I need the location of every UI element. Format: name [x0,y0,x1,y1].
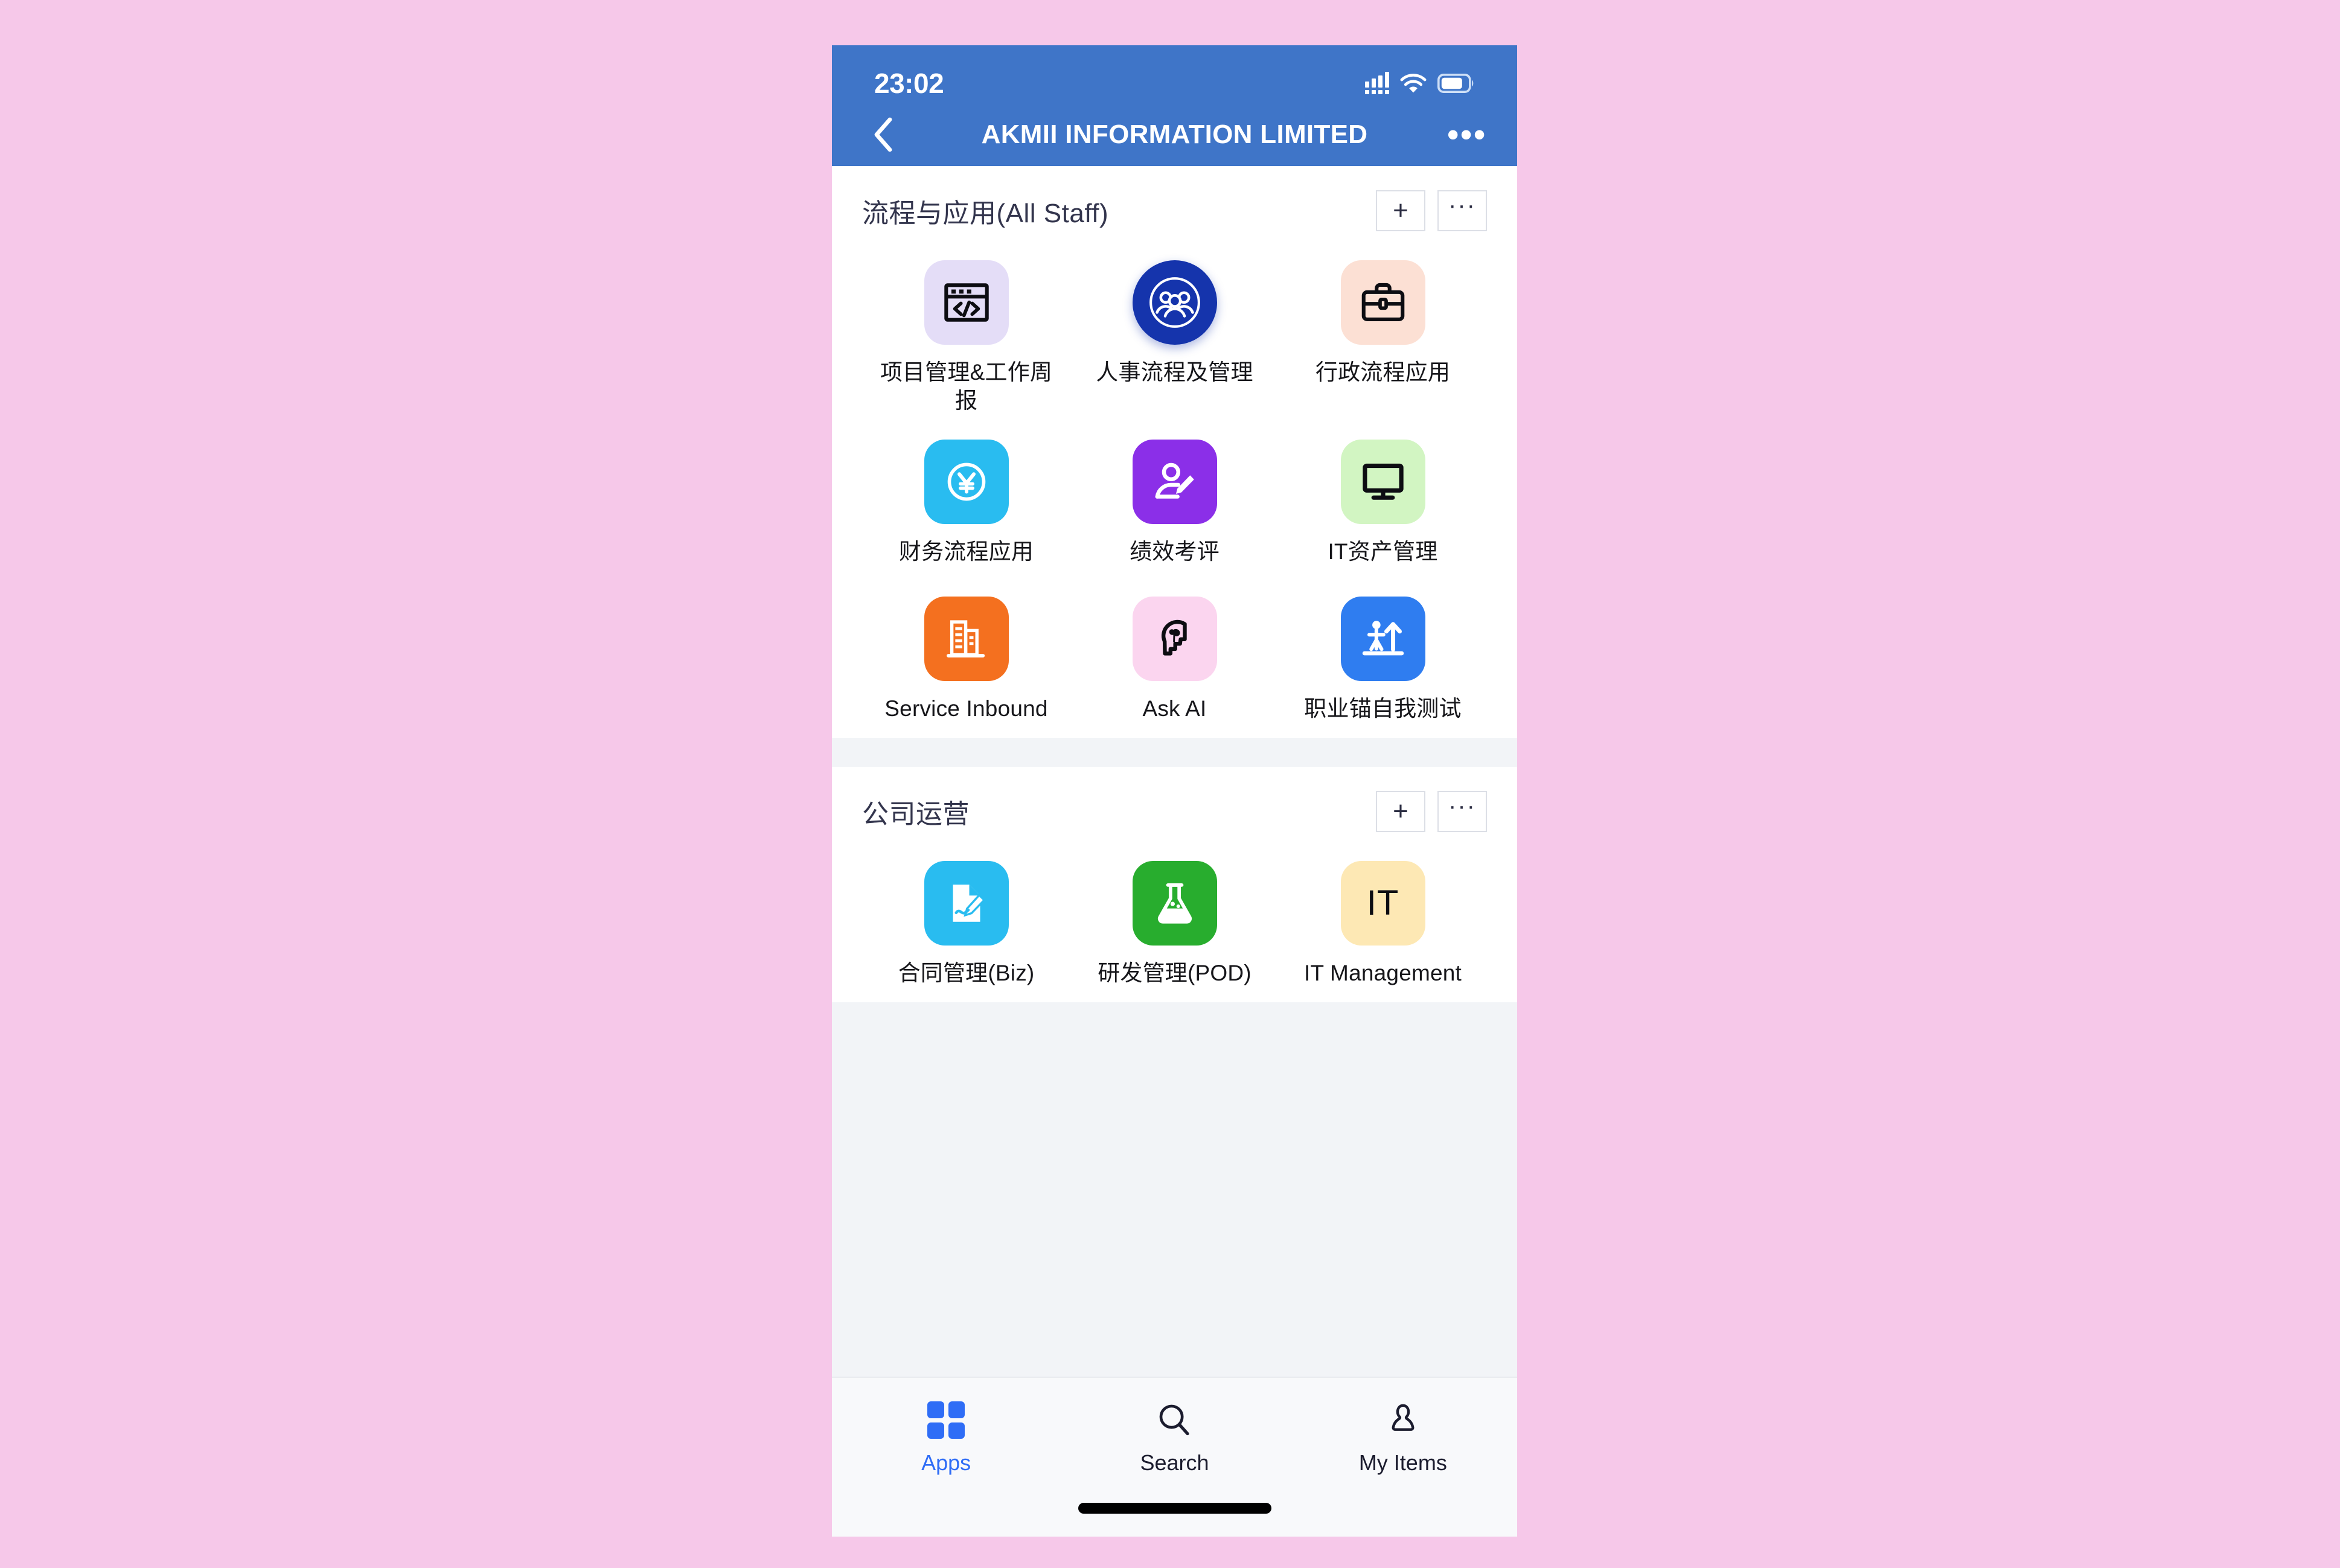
tab-search[interactable]: Search [1060,1398,1288,1476]
monitor-icon [1340,439,1425,524]
cellular-signal-icon [1365,72,1389,94]
brain-head-icon [1132,596,1217,681]
app-label: 职业锚自我测试 [1304,696,1462,721]
tab-apps[interactable]: Apps [832,1398,1060,1476]
people-group-icon [1132,260,1217,345]
add-app-button[interactable]: + [1376,190,1425,231]
app-label: 行政流程应用 [1315,360,1451,385]
app-tile[interactable]: IT资产管理 [1279,424,1487,581]
search-icon [1154,1398,1194,1442]
section-header: 流程与应用(All Staff) + ··· [862,166,1487,245]
section-header: 公司运营 + ··· [862,767,1487,845]
battery-icon [1437,73,1474,93]
app-label: 绩效考评 [1130,539,1220,564]
section-card-processes: 流程与应用(All Staff) + ··· 项目管理&工作周报 人事流程及管理… [832,166,1517,738]
code-window-icon [924,260,1009,345]
back-button[interactable] [862,114,904,156]
add-app-button[interactable]: + [1376,790,1425,832]
it-glyph-text: IT [1366,883,1399,923]
app-tile[interactable]: 研发管理(POD) [1070,845,1279,1002]
briefcase-icon [1340,260,1425,345]
app-tile[interactable]: Ask AI [1070,581,1279,738]
section-more-button[interactable]: ··· [1437,790,1487,832]
app-label: 财务流程应用 [898,539,1034,564]
person-icon [1383,1398,1423,1442]
app-label: IT Management [1303,960,1462,985]
app-label: 合同管理(Biz) [898,960,1035,985]
user-edit-icon [1132,439,1217,524]
wifi-icon [1400,73,1427,92]
section-title: 公司运营 [862,799,970,829]
app-tile[interactable]: 项目管理&工作周报 [862,245,1070,424]
section-more-button[interactable]: ··· [1437,190,1487,231]
app-tile[interactable]: 职业锚自我测试 [1279,581,1487,738]
app-label: 研发管理(POD) [1098,960,1252,985]
section-actions: + ··· [1376,790,1487,832]
app-tile[interactable]: 行政流程应用 [1279,245,1487,424]
status-bar: 23:02 [832,45,1517,103]
section-actions: + ··· [1376,190,1487,231]
person-growth-arrow-icon [1340,596,1425,681]
app-tile[interactable]: 人事流程及管理 [1070,245,1279,424]
status-icons [1365,72,1475,95]
app-grid-company-ops: 合同管理(Biz) 研发管理(POD) IT IT Management [862,845,1487,1002]
apps-grid-icon [927,1398,965,1442]
page-title: AKMII INFORMATION LIMITED [981,119,1368,149]
app-tile[interactable]: Service Inbound [862,581,1070,738]
section-divider [832,737,1517,767]
app-tile[interactable]: 合同管理(Biz) [862,845,1070,1002]
app-label: 项目管理&工作周报 [880,360,1053,414]
tab-label: Search [1140,1450,1209,1475]
home-indicator [1078,1503,1271,1514]
tab-label: My Items [1358,1450,1447,1475]
app-grid-processes: 项目管理&工作周报 人事流程及管理 行政流程应用 财务流程应用 绩效考评 IT资… [862,245,1487,738]
app-tile[interactable]: 绩效考评 [1070,424,1279,581]
section-title: 流程与应用(All Staff) [862,199,1109,228]
nav-bar: AKMII INFORMATION LIMITED ••• [832,103,1517,166]
flask-icon [1132,860,1217,946]
app-label: IT资产管理 [1328,539,1438,564]
office-building-icon [924,596,1009,681]
app-label: 人事流程及管理 [1096,360,1253,385]
chevron-left-icon [874,117,892,152]
status-time: 23:02 [874,67,944,99]
yuan-coin-icon [924,439,1009,524]
content-scroll-area[interactable]: 流程与应用(All Staff) + ··· 项目管理&工作周报 人事流程及管理… [832,166,1517,1377]
app-label: Ask AI [1142,696,1207,721]
bottom-tab-bar: Apps Search My Items [832,1377,1517,1537]
nav-more-button[interactable]: ••• [1447,118,1487,151]
tab-my-items[interactable]: My Items [1289,1398,1517,1476]
app-label: Service Inbound [884,696,1048,721]
tab-label: Apps [921,1450,971,1475]
section-card-company-ops: 公司运营 + ··· 合同管理(Biz) 研发管理(POD) IT IT Man… [832,766,1517,1002]
contract-sign-icon [924,860,1009,946]
it-text-icon: IT [1340,860,1425,946]
phone-screen: 23:02 AKMII INFORMATION LIMITED ••• 流程与应… [832,45,1517,1537]
app-tile[interactable]: IT IT Management [1279,845,1487,1002]
app-tile[interactable]: 财务流程应用 [862,424,1070,581]
